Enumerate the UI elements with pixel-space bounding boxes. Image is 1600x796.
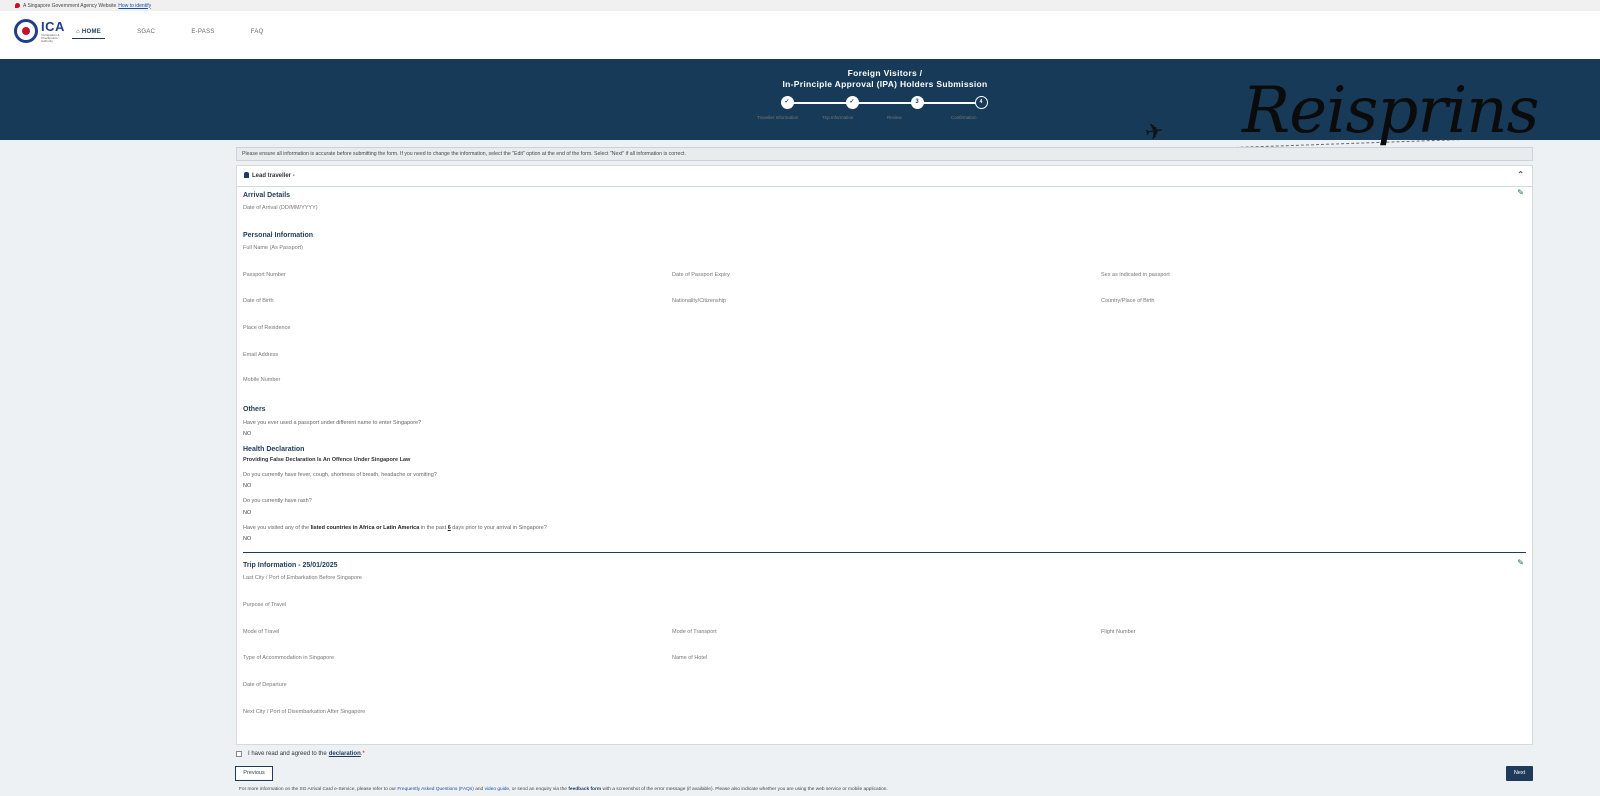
progress-stepper: ✓ Traveller Information ✓ Trip Informati… (757, 96, 997, 126)
chevron-up-icon[interactable]: ⌃ (1517, 170, 1524, 179)
travel-history-answer: NO (243, 536, 252, 542)
hotel-name-label: Name of Hotel (672, 655, 708, 661)
how-to-identify-link[interactable]: How to identify (118, 3, 151, 9)
previous-button[interactable]: Previous (235, 766, 273, 781)
mode-transport-label: Mode of Transport (672, 629, 717, 635)
declaration-agreement: I have read and agreed to the declaratio… (236, 751, 365, 757)
brand-watermark: Reisprins (1242, 74, 1539, 148)
passport-expiry-label: Date of Passport Expiry (672, 272, 730, 278)
logo-name: ICA (41, 18, 65, 34)
symptoms-question: Do you currently have fever, cough, shor… (243, 472, 437, 478)
main-nav: ⌂ HOME SGAC E-PASS FAQ (72, 28, 296, 39)
dob-label: Date of Birth (243, 298, 274, 304)
edit-pencil-icon[interactable]: ✎ (1517, 188, 1524, 197)
check-icon: ✓ (780, 96, 794, 109)
next-button[interactable]: Next (1506, 766, 1533, 781)
gov-masthead: A Singapore Government Agency Website Ho… (0, 0, 1600, 11)
next-city-label: Next City / Port of Disembarkation After… (243, 709, 366, 715)
airplane-icon: ✈ (1142, 117, 1166, 146)
others-heading: Others (243, 406, 266, 413)
ica-crest-icon (14, 19, 38, 43)
declaration-text: I have read and agreed to the (248, 751, 327, 757)
arrival-date-label: Date of Arrival (DD/MM/YYYY) (243, 205, 318, 211)
sex-label: Sex as indicated in passport (1101, 272, 1170, 278)
purpose-label: Purpose of Travel (243, 602, 287, 608)
declaration-checkbox[interactable] (236, 751, 242, 757)
passport-number-label: Passport Number (243, 272, 286, 278)
logo-tagline: Immigration & Checkpoints Authority (41, 32, 60, 43)
gov-masthead-text: A Singapore Government Agency Website (23, 2, 117, 9)
help-footer: For more information on the SG Arrival C… (239, 787, 888, 792)
site-header: ICA Immigration & Checkpoints Authority … (0, 11, 1600, 59)
declaration-link[interactable]: declaration (329, 751, 361, 757)
health-declaration-subtitle: Providing False Declaration Is An Offenc… (243, 457, 411, 463)
feedback-form-link[interactable]: feedback form (568, 787, 601, 792)
step-confirmation: 4 Confirmation (951, 96, 1011, 120)
rash-question: Do you currently have rash? (243, 498, 312, 504)
lion-head-icon (15, 3, 20, 8)
user-icon (244, 172, 249, 178)
step-review: 3 Review (887, 96, 947, 120)
symptoms-answer: NO (243, 483, 252, 489)
lead-traveller-card: Lead traveller - ⌃ Arrival Details ✎ Dat… (236, 165, 1533, 745)
health-declaration-heading: Health Declaration (243, 446, 305, 453)
nav-home[interactable]: ⌂ HOME (72, 28, 106, 39)
flight-number-label: Flight Number (1101, 629, 1136, 635)
travel-history-question: Have you visited any of the listed count… (243, 525, 547, 531)
page-banner: Foreign Visitors / In-Principle Approval… (0, 59, 1600, 151)
edit-pencil-icon[interactable]: ✎ (1517, 558, 1524, 567)
country-birth-label: Country/Place of Birth (1101, 298, 1155, 304)
check-icon: ✓ (845, 96, 859, 109)
personal-info-heading: Personal Information (243, 232, 314, 239)
step-number: 4 (974, 96, 988, 109)
nav-sgac[interactable]: SGAC (133, 28, 159, 39)
nav-faq[interactable]: FAQ (247, 28, 268, 39)
review-notice: Please ensure all information is accurat… (236, 147, 1533, 161)
lead-traveller-header[interactable]: Lead traveller - ⌃ (237, 166, 1532, 187)
arrival-details-heading: Arrival Details (243, 192, 291, 199)
last-city-label: Last City / Port of Embarkation Before S… (243, 575, 362, 581)
residence-label: Place of Residence (243, 325, 291, 331)
required-asterisk: .* (360, 751, 365, 757)
other-name-answer: NO (243, 431, 252, 437)
step-number: 3 (910, 96, 924, 109)
nav-epass[interactable]: E-PASS (187, 28, 218, 39)
step-trip-information: ✓ Trip Information (822, 96, 882, 120)
mode-travel-label: Mode of Travel (243, 629, 280, 635)
other-name-question: Have you ever used a passport under diff… (243, 420, 422, 426)
email-label: Email Address (243, 352, 279, 358)
faq-link[interactable]: Frequently Asked Questions (FAQs) (397, 787, 474, 792)
nationality-label: Nationality/Citizenship (672, 298, 727, 304)
trip-info-heading: Trip Information - 25/01/2025 (243, 562, 338, 569)
mobile-label: Mobile Number (243, 377, 281, 383)
rash-answer: NO (243, 510, 252, 516)
step-traveller-information: ✓ Traveller Information (757, 96, 817, 120)
departure-date-label: Date of Departure (243, 682, 287, 688)
full-name-label: Full Name (As Passport) (243, 245, 303, 251)
accommodation-label: Type of Accommodation in Singapore (243, 655, 335, 661)
ica-logo[interactable]: ICA Immigration & Checkpoints Authority (14, 19, 65, 43)
section-divider (243, 552, 1526, 553)
video-guide-link[interactable]: video guide (485, 787, 510, 792)
